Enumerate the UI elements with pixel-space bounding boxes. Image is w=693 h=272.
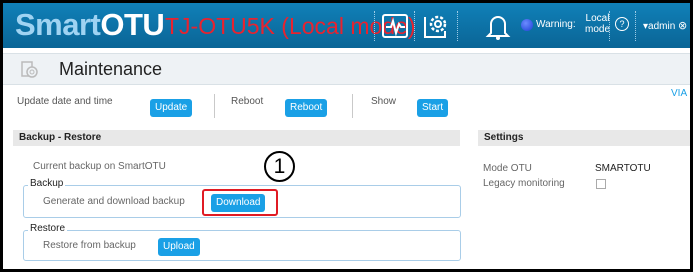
- toolbar-divider: [352, 94, 353, 118]
- app-frame: SmartOTU TJ-OTU5K (Local mode) Warning: …: [3, 3, 690, 269]
- step-callout: 1: [264, 151, 295, 182]
- mode-otu-value: SMARTOTU: [595, 163, 651, 174]
- device-mode-title: TJ-OTU5K (Local mode): [165, 13, 416, 39]
- via-link[interactable]: VIA: [671, 88, 687, 99]
- update-button[interactable]: Update: [150, 99, 193, 117]
- legacy-monitoring-checkbox[interactable]: [596, 179, 606, 189]
- toolbar-divider: [214, 94, 215, 118]
- brand-logo: SmartOTU: [15, 7, 165, 42]
- warning-status-icon: [521, 19, 533, 31]
- page-title: Maintenance: [59, 59, 163, 79]
- page-titlebar: Maintenance: [3, 53, 690, 85]
- top-header: SmartOTU TJ-OTU5K (Local mode) Warning: …: [3, 3, 690, 48]
- show-label: Show: [371, 96, 397, 107]
- logout-icon[interactable]: ⊗: [678, 20, 687, 32]
- monitor-pulse-icon[interactable]: [381, 11, 409, 41]
- user-menu[interactable]: ▾admin ⊗: [643, 19, 687, 32]
- download-highlight-box: [202, 189, 278, 216]
- warning-label: Warning:: [536, 19, 576, 30]
- backup-description: Generate and download backup: [43, 196, 185, 207]
- header-divider: [374, 11, 375, 41]
- header-divider: [457, 11, 458, 41]
- maintenance-gear-icon: [21, 61, 39, 84]
- settings-header: Settings: [478, 130, 690, 146]
- legacy-monitoring-label: Legacy monitoring: [483, 178, 565, 189]
- reboot-label: Reboot: [231, 96, 264, 107]
- header-divider: [609, 11, 610, 41]
- restore-description: Restore from backup: [43, 240, 136, 251]
- local-mode-indicator: Local mode: [585, 13, 611, 35]
- help-icon[interactable]: ?: [615, 17, 629, 31]
- maintenance-toolbar: Update date and time Update Reboot Reboo…: [3, 88, 690, 124]
- mode-otu-label: Mode OTU: [483, 163, 532, 174]
- current-backup-label: Current backup on SmartOTU: [33, 161, 166, 172]
- header-divider: [635, 11, 636, 41]
- backup-legend: Backup: [28, 178, 66, 189]
- header-divider: [414, 11, 415, 41]
- backup-restore-header: Backup - Restore: [13, 130, 460, 146]
- start-button[interactable]: Start: [417, 99, 449, 117]
- settings-gear-icon[interactable]: [421, 11, 451, 41]
- upload-button[interactable]: Upload: [158, 238, 200, 256]
- bell-icon[interactable]: [483, 11, 513, 41]
- update-label: Update date and time: [17, 96, 113, 107]
- reboot-button[interactable]: Reboot: [285, 99, 328, 117]
- restore-legend: Restore: [28, 223, 68, 234]
